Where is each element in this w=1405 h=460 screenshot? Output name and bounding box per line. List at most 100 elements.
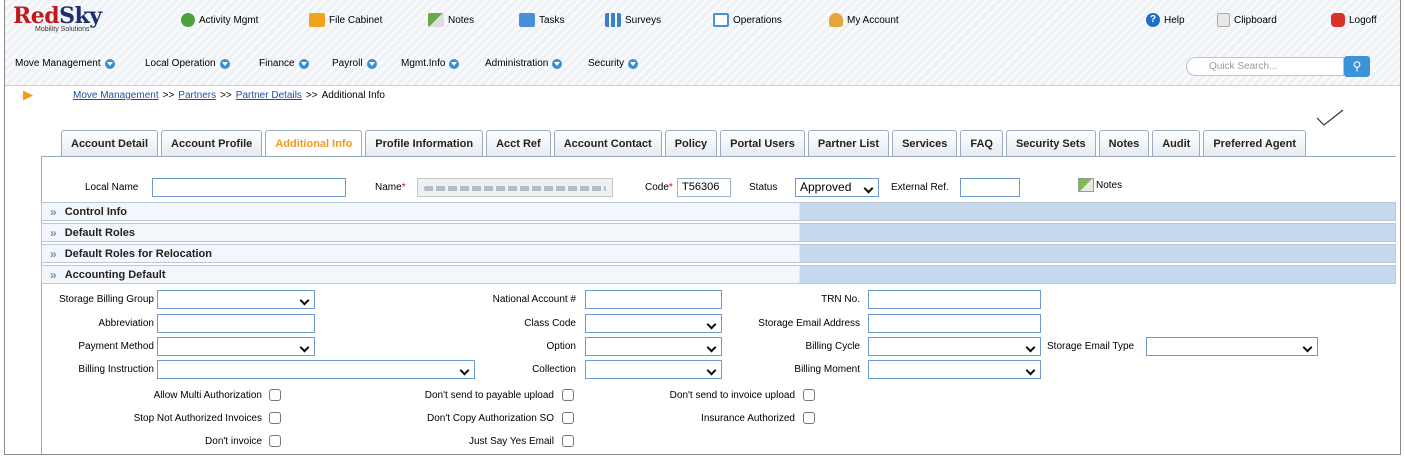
- nav-surveys[interactable]: Surveys: [605, 13, 661, 27]
- allow-multi-authorization-checkbox[interactable]: [269, 389, 281, 401]
- chevron-down-icon: [104, 58, 115, 69]
- just-say-yes-email-checkbox[interactable]: [562, 435, 574, 447]
- abbreviation-input[interactable]: [157, 314, 315, 333]
- storage-email-type-label: Storage Email Type: [1047, 341, 1135, 352]
- tab-additional-info[interactable]: Additional Info: [265, 130, 363, 156]
- nav-my-account[interactable]: My Account: [829, 13, 899, 27]
- expand-icon: »: [50, 204, 57, 219]
- tab-partner-list[interactable]: Partner List: [807, 130, 890, 156]
- local-name-input[interactable]: [152, 178, 346, 197]
- chevron-down-icon: [552, 58, 563, 69]
- payment-method-select[interactable]: [157, 337, 315, 356]
- code-input[interactable]: T56306: [677, 178, 731, 197]
- billing-moment-select[interactable]: [868, 360, 1041, 379]
- search-button[interactable]: ⚲: [1344, 56, 1370, 77]
- menu-administration[interactable]: Administration: [485, 58, 563, 69]
- tab-policy[interactable]: Policy: [664, 130, 718, 156]
- tab-bar: Account Detail Account Profile Additiona…: [61, 130, 1307, 156]
- billing-moment-label: Billing Moment: [794, 364, 860, 375]
- gears-icon: [181, 13, 195, 27]
- expand-icon: »: [50, 267, 57, 282]
- tab-account-profile[interactable]: Account Profile: [161, 130, 263, 156]
- tab-profile-information[interactable]: Profile Information: [365, 130, 484, 156]
- section-control-info[interactable]: » Control Info: [41, 202, 1396, 221]
- local-name-label: Local Name: [85, 182, 139, 193]
- section-default-roles-relocation[interactable]: » Default Roles for Relocation: [41, 244, 1396, 263]
- trn-no-input[interactable]: [868, 290, 1041, 309]
- stop-not-authorized-label: Stop Not Authorized Invoices: [133, 413, 262, 424]
- redsky-logo[interactable]: RedSky Mobility Solutions: [13, 4, 102, 33]
- dont-send-payable-label: Don't send to payable upload: [424, 390, 554, 401]
- breadcrumb-move-management[interactable]: Move Management: [73, 90, 159, 101]
- nav-file-cabinet[interactable]: File Cabinet: [309, 13, 382, 27]
- nav-clipboard[interactable]: Clipboard: [1217, 13, 1277, 27]
- nav-notes[interactable]: Notes: [428, 13, 474, 27]
- billing-cycle-select[interactable]: [868, 337, 1041, 356]
- tab-audit[interactable]: Audit: [1152, 130, 1201, 156]
- nav-logoff[interactable]: Logoff: [1331, 13, 1377, 27]
- code-label: Code*: [645, 182, 673, 193]
- folder-icon: [309, 13, 325, 27]
- window-icon: [713, 13, 729, 27]
- tab-services[interactable]: Services: [892, 130, 958, 156]
- menu-security[interactable]: Security: [588, 58, 639, 69]
- dont-copy-authorization-checkbox[interactable]: [562, 412, 574, 424]
- class-code-select[interactable]: [585, 314, 722, 333]
- stop-not-authorized-checkbox[interactable]: [269, 412, 281, 424]
- nav-help[interactable]: ? Help: [1146, 13, 1185, 27]
- dont-copy-authorization-label: Don't Copy Authorization SO: [427, 413, 554, 424]
- tab-security-sets[interactable]: Security Sets: [1005, 130, 1096, 156]
- pencil-icon: [1078, 178, 1094, 192]
- section-accounting-default[interactable]: » Accounting Default: [41, 265, 1396, 284]
- name-label: Name*: [375, 182, 406, 193]
- insurance-authorized-checkbox[interactable]: [803, 412, 815, 424]
- storage-email-type-select[interactable]: [1146, 337, 1318, 356]
- tab-preferred-agent[interactable]: Preferred Agent: [1203, 130, 1307, 156]
- search-icon: ⚲: [1352, 59, 1362, 73]
- tab-portal-users[interactable]: Portal Users: [720, 130, 805, 156]
- section-default-roles[interactable]: » Default Roles: [41, 223, 1396, 242]
- dont-invoice-checkbox[interactable]: [269, 435, 281, 447]
- option-select[interactable]: [585, 337, 722, 356]
- breadcrumb-partner-details[interactable]: Partner Details: [236, 90, 302, 101]
- status-select[interactable]: Approved: [795, 178, 879, 197]
- dont-send-invoice-checkbox[interactable]: [803, 389, 815, 401]
- nav-operations[interactable]: Operations: [713, 13, 782, 27]
- name-input[interactable]: [417, 178, 613, 197]
- menu-payroll[interactable]: Payroll: [332, 58, 377, 69]
- tab-account-contact[interactable]: Account Contact: [553, 130, 662, 156]
- external-ref-input[interactable]: [960, 178, 1020, 197]
- top-bar: RedSky Mobility Solutions Activity Mgmt …: [5, 0, 1400, 86]
- option-label: Option: [546, 341, 576, 352]
- chevron-down-icon: [449, 58, 460, 69]
- abbreviation-label: Abbreviation: [98, 318, 154, 329]
- menu-move-management[interactable]: Move Management: [15, 58, 115, 69]
- tab-account-detail[interactable]: Account Detail: [61, 130, 159, 156]
- collection-label: Collection: [532, 364, 576, 375]
- tab-acct-ref[interactable]: Acct Ref: [486, 130, 551, 156]
- storage-billing-group-label: Storage Billing Group: [58, 294, 154, 305]
- dont-send-payable-checkbox[interactable]: [562, 389, 574, 401]
- allow-multi-authorization-label: Allow Multi Authorization: [153, 390, 262, 401]
- national-account-input[interactable]: [585, 290, 722, 309]
- collection-select[interactable]: [585, 360, 722, 379]
- menu-local-operation[interactable]: Local Operation: [145, 58, 230, 69]
- billing-instruction-select[interactable]: [157, 360, 475, 379]
- menu-mgmt-info[interactable]: Mgmt.Info: [401, 58, 460, 69]
- storage-email-address-input[interactable]: [868, 314, 1041, 333]
- notes-link[interactable]: Notes: [1078, 178, 1122, 192]
- nav-tasks[interactable]: Tasks: [519, 13, 565, 27]
- power-icon: [1331, 13, 1345, 27]
- nav-activity-mgmt[interactable]: Activity Mgmt: [181, 13, 258, 27]
- tab-notes[interactable]: Notes: [1098, 130, 1150, 156]
- storage-billing-group-select[interactable]: [157, 290, 315, 309]
- expand-icon: »: [50, 225, 57, 240]
- billing-cycle-label: Billing Cycle: [805, 341, 860, 352]
- tab-faq[interactable]: FAQ: [960, 130, 1003, 156]
- breadcrumb-partners[interactable]: Partners: [178, 90, 216, 101]
- quick-search-input[interactable]: Quick Search...: [1186, 57, 1344, 76]
- menu-finance[interactable]: Finance: [259, 58, 309, 69]
- insurance-authorized-label: Insurance Authorized: [701, 413, 795, 424]
- pencil-icon: [428, 13, 444, 27]
- trn-no-label: TRN No.: [821, 294, 860, 305]
